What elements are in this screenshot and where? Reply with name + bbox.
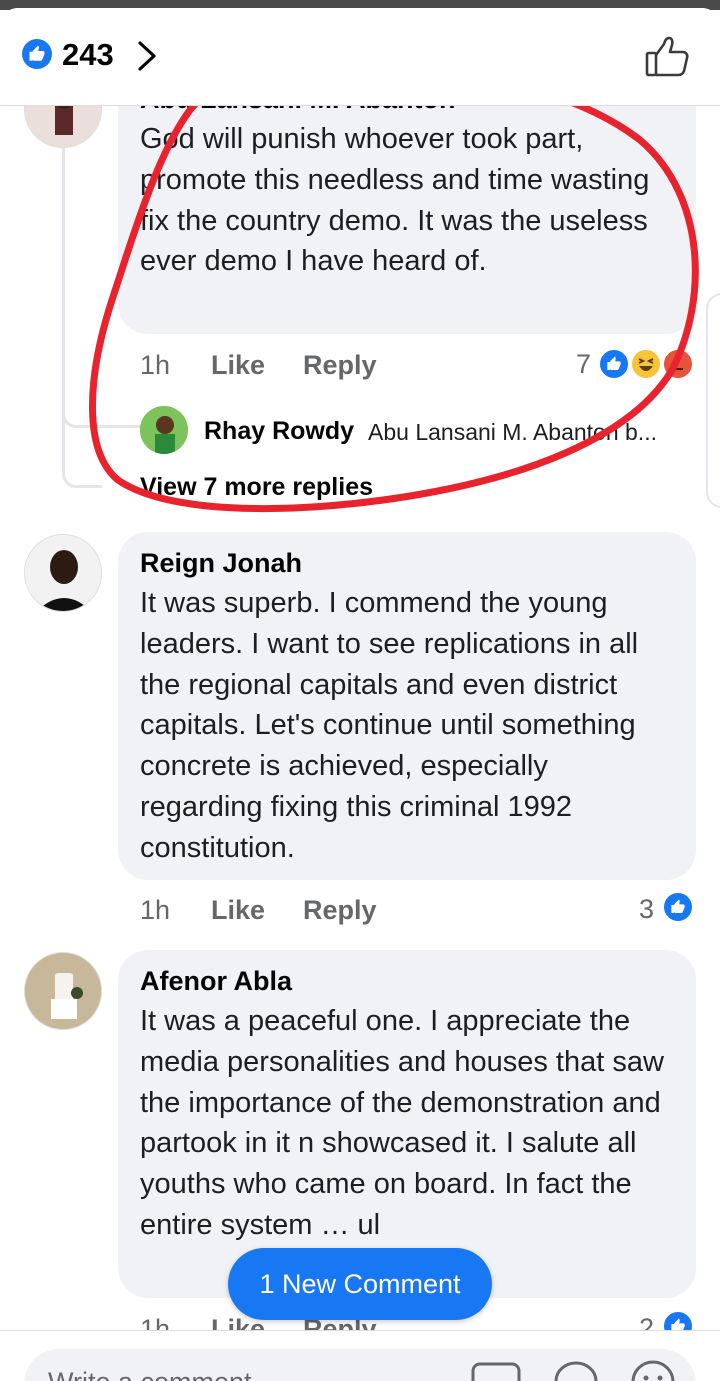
comment-time: 1h <box>140 350 171 380</box>
reply-button[interactable]: Reply <box>303 895 377 926</box>
comment-time: 1h <box>140 895 171 925</box>
comment-text: God will punish whoever took part, promo… <box>140 123 650 278</box>
thumbs-up-outline-icon[interactable] <box>644 35 690 79</box>
like-reaction-icon <box>662 891 694 923</box>
reply-preview-text[interactable]: Abu Lansani M. Abanton b... <box>368 419 657 446</box>
reply-author[interactable]: Rhay Rowdy <box>204 417 354 446</box>
reaction-count[interactable]: 7 <box>576 349 591 380</box>
scroll-handle[interactable] <box>706 293 720 508</box>
like-button[interactable]: Like <box>211 350 265 381</box>
emoji-icon[interactable] <box>630 1359 676 1381</box>
comment-author[interactable]: Reign Jonah <box>140 548 302 579</box>
angry-reaction-icon <box>662 348 694 380</box>
haha-reaction-icon <box>630 348 662 380</box>
reaction-count[interactable]: 3 <box>639 894 654 925</box>
avatar[interactable] <box>24 952 102 1030</box>
like-reaction-icon <box>598 348 630 380</box>
reaction-count[interactable]: 243 <box>62 37 114 73</box>
comment-text: It was a peaceful one. I appreciate the … <box>140 1005 664 1241</box>
comment-author[interactable]: Afenor Abla <box>140 966 292 997</box>
view-more-replies[interactable]: View 7 more replies <box>140 473 373 502</box>
avatar[interactable] <box>24 534 102 612</box>
gif-icon[interactable] <box>470 1361 522 1381</box>
new-comment-button[interactable]: 1 New Comment <box>228 1248 492 1320</box>
comment-text: It was superb. I commend the young leade… <box>140 587 639 864</box>
comment-composer: Write a comment... <box>0 1330 720 1381</box>
comment-placeholder: Write a comment... <box>48 1367 274 1381</box>
reactions-header[interactable]: 243 <box>0 8 720 106</box>
avatar[interactable] <box>140 406 188 454</box>
like-button[interactable]: Like <box>211 895 265 926</box>
like-icon <box>22 39 52 69</box>
comments-sheet: 243 Abu Lansani M. Abanton God will puni… <box>0 8 720 1381</box>
sticker-icon[interactable] <box>552 1359 600 1381</box>
comment-input[interactable]: Write a comment... <box>24 1349 696 1381</box>
chevron-right-icon[interactable] <box>136 40 158 72</box>
reply-button[interactable]: Reply <box>303 350 377 381</box>
